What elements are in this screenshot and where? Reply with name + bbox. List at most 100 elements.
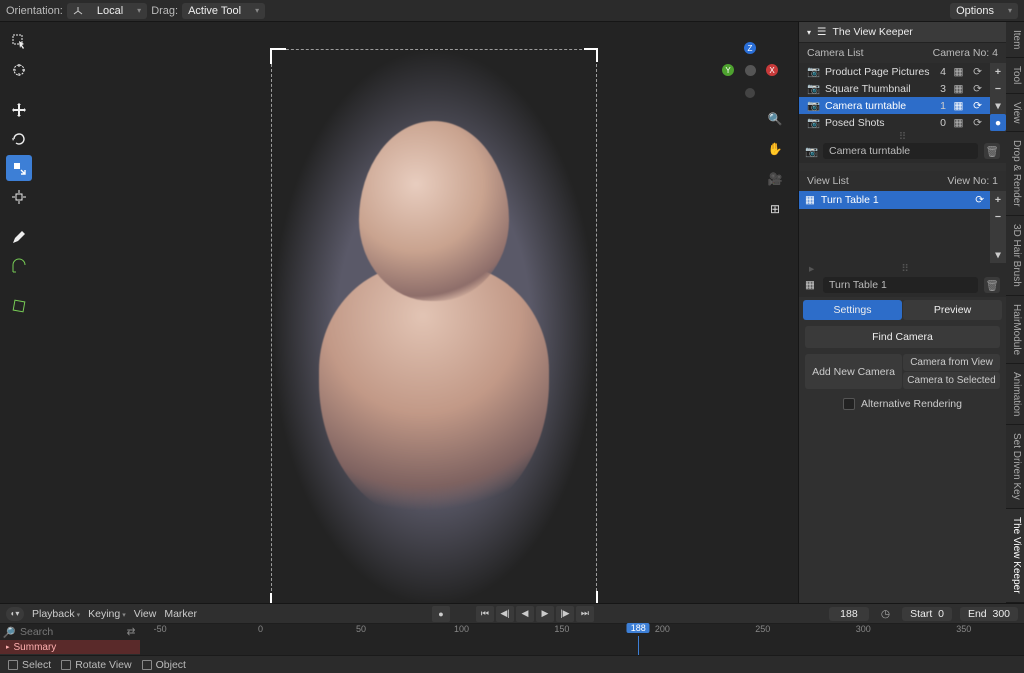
timeline-tick: 100 [454, 624, 469, 634]
keyframe-prev-button[interactable]: ◀| [496, 606, 514, 622]
camera-from-view-button[interactable]: Camera from View [903, 354, 1000, 371]
navigation-gizmo[interactable]: Z X Y [722, 42, 778, 98]
camera-list-item[interactable]: 📷Product Page Pictures4▦⟳ [799, 63, 990, 80]
camera-list-menu-button[interactable]: ▾ [990, 97, 1006, 114]
clock-icon[interactable]: ◷ [877, 608, 894, 620]
side-tab[interactable]: Set Driven Key [1006, 425, 1024, 509]
pan-icon[interactable]: ✋ [764, 138, 786, 160]
summary-label: Summary [14, 642, 57, 653]
chevron-down-icon: ▾ [807, 28, 811, 37]
side-tab[interactable]: 3D Hair Brush [1006, 216, 1024, 296]
camera-name-row: 📷 Camera turntable 🗑 [799, 139, 1006, 163]
add-new-camera-button[interactable]: Add New Camera [805, 354, 902, 389]
filter-handle-icon[interactable]: ⇄ [122, 626, 140, 638]
refresh-icon[interactable]: ⟳ [971, 83, 984, 95]
find-camera-button[interactable]: Find Camera [805, 326, 1000, 348]
delete-camera-button[interactable]: 🗑 [984, 143, 1000, 159]
measure-tool[interactable] [6, 253, 32, 279]
camera-list-item[interactable]: 📷Posed Shots0▦⟳ [799, 114, 990, 131]
zoom-icon[interactable]: 🔍 [764, 108, 786, 130]
main-area: Z X Y 🔍 ✋ 🎥 ⊞ ▾ ☰ The View Keeper Camera… [0, 22, 1024, 603]
camera-name-field[interactable]: Camera turntable [823, 143, 978, 159]
options-dropdown[interactable]: Options ▾ [950, 3, 1018, 19]
drag-handle-icon[interactable]: ⠿ [799, 131, 1006, 139]
panel-header[interactable]: ▾ ☰ The View Keeper [799, 22, 1006, 43]
side-tab[interactable]: The View Keeper [1006, 509, 1024, 603]
grid-icon[interactable]: ▦ [952, 117, 965, 129]
side-tab[interactable]: View [1006, 94, 1024, 133]
toggle-dot-button[interactable]: ● [990, 114, 1006, 131]
play-button[interactable]: ▶ [536, 606, 554, 622]
add-primitive-tool[interactable] [6, 293, 32, 319]
layers-icon: ☰ [817, 26, 826, 38]
marker-menu[interactable]: Marker [164, 608, 197, 620]
timeline-ruler[interactable]: -50050100150200250300350188 [140, 624, 1024, 655]
axis-x-icon[interactable]: X [766, 64, 778, 76]
camera-list-item[interactable]: 📷Square Thumbnail3▦⟳ [799, 80, 990, 97]
camera-icon: 📷 [807, 82, 819, 95]
camera-view-icon[interactable]: 🎥 [764, 168, 786, 190]
current-frame-field[interactable]: 188 [829, 607, 869, 621]
grid-icon[interactable]: ▦ [952, 66, 965, 78]
alternative-rendering-checkbox[interactable]: Alternative Rendering [799, 392, 1006, 416]
timeline-editor-icon[interactable]: ◐▾ [6, 607, 24, 621]
refresh-icon[interactable]: ⟳ [971, 117, 984, 129]
drag-handle-icon[interactable]: ▸⠿ [799, 263, 1006, 273]
start-frame-field[interactable]: Start 0 [902, 607, 952, 621]
camera-list: 📷Product Page Pictures4▦⟳📷Square Thumbna… [799, 63, 990, 131]
summary-row[interactable]: ▸ Summary [0, 640, 140, 654]
settings-tab[interactable]: Settings [803, 300, 902, 320]
scale-tool[interactable] [6, 155, 32, 181]
timeline-area: ◐▾ Playback▾ Keying▾ View Marker ● ⏮ ◀| … [0, 603, 1024, 673]
drag-dropdown[interactable]: Active Tool ▾ [182, 3, 265, 19]
add-camera-button[interactable]: + [990, 63, 1006, 80]
refresh-icon[interactable]: ⟳ [975, 194, 984, 206]
refresh-icon[interactable]: ⟳ [971, 66, 984, 78]
axis-z-icon[interactable]: Z [744, 42, 756, 54]
side-tab[interactable]: Animation [1006, 364, 1024, 425]
perspective-toggle-icon[interactable]: ⊞ [764, 198, 786, 220]
jump-start-button[interactable]: ⏮ [476, 606, 494, 622]
axis-y-icon[interactable]: Y [722, 64, 734, 76]
end-frame-field[interactable]: End 300 [960, 607, 1018, 621]
delete-view-button[interactable]: 🗑 [984, 277, 1000, 293]
view-menu[interactable]: View [134, 608, 157, 620]
orientation-value: Local [97, 5, 123, 17]
search-input[interactable]: Search [18, 626, 122, 638]
transform-tool[interactable] [6, 184, 32, 210]
side-tab[interactable]: Tool [1006, 58, 1024, 93]
keying-menu[interactable]: Keying▾ [88, 608, 126, 620]
view-list-sidebuttons: + − ▾ [990, 191, 1006, 263]
camera-to-selected-button[interactable]: Camera to Selected [903, 372, 1000, 389]
timeline-tick: 150 [554, 624, 569, 634]
remove-camera-button[interactable]: − [990, 80, 1006, 97]
add-view-button[interactable]: + [990, 191, 1006, 208]
view-list-item[interactable]: ▦Turn Table 1⟳ [799, 191, 990, 209]
camera-list-item[interactable]: 📷Camera turntable1▦⟳ [799, 97, 990, 114]
triangle-right-icon: ▸ [6, 643, 14, 651]
move-tool[interactable] [6, 97, 32, 123]
side-tab[interactable]: Drop & Render [1006, 132, 1024, 216]
side-tab[interactable]: HairModule [1006, 296, 1024, 364]
grid-icon[interactable]: ▦ [952, 100, 965, 112]
3d-viewport[interactable]: Z X Y 🔍 ✋ 🎥 ⊞ [34, 22, 798, 603]
timeline-cursor[interactable]: 188 [627, 623, 650, 633]
auto-keying-button[interactable]: ● [432, 606, 450, 622]
refresh-icon[interactable]: ⟳ [971, 100, 984, 112]
side-tab[interactable]: Item [1006, 22, 1024, 58]
jump-end-button[interactable]: ⏭ [576, 606, 594, 622]
view-name-field[interactable]: Turn Table 1 [823, 277, 978, 293]
keyframe-next-button[interactable]: |▶ [556, 606, 574, 622]
cursor-tool[interactable] [6, 57, 32, 83]
playback-menu[interactable]: Playback▾ [32, 608, 80, 620]
select-box-tool[interactable] [6, 28, 32, 54]
remove-view-button[interactable]: − [990, 208, 1006, 225]
play-reverse-button[interactable]: ◀ [516, 606, 534, 622]
annotate-tool[interactable] [6, 224, 32, 250]
view-list-menu-button[interactable]: ▾ [990, 246, 1006, 263]
rotate-tool[interactable] [6, 126, 32, 152]
camera-actions-row: Add New Camera Camera from View Camera t… [805, 354, 1000, 389]
preview-tab[interactable]: Preview [903, 300, 1002, 320]
orientation-dropdown[interactable]: Local ▾ [67, 3, 147, 19]
grid-icon[interactable]: ▦ [952, 83, 965, 95]
